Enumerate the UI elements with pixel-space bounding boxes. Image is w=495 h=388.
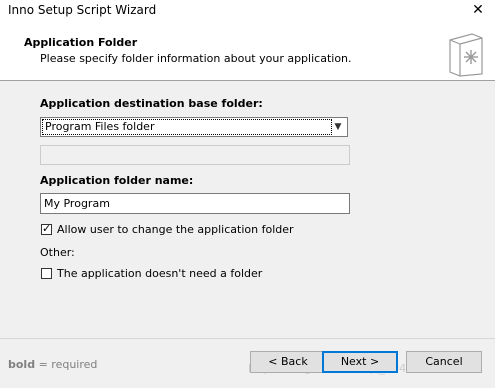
required-note-bold: bold (8, 358, 36, 371)
wizard-header: Application Folder Please specify folder… (0, 22, 495, 80)
no-folder-label[interactable]: The application doesn't need a folder (57, 267, 262, 280)
window-title: Inno Setup Script Wizard (8, 3, 157, 17)
destination-folder-label: Application destination base folder: (40, 97, 263, 110)
chevron-down-icon[interactable]: ▼ (331, 120, 345, 134)
wizard-book-icon (449, 33, 483, 77)
destination-folder-selected: Program Files folder (42, 119, 332, 135)
title-bar: Inno Setup Script Wizard ✕ (0, 0, 495, 22)
required-note-text: = required (35, 358, 98, 371)
close-button[interactable]: ✕ (461, 0, 495, 22)
allow-change-checkbox[interactable]: ✓ (41, 222, 52, 235)
back-button[interactable]: < Back (250, 351, 326, 373)
footer-separator (0, 338, 495, 339)
page-subtitle: Please specify folder information about … (40, 52, 352, 65)
wizard-footer: bold = required https://blog.csdn.net/qq… (0, 338, 495, 388)
page-title: Application Folder (24, 36, 138, 49)
required-note: bold = required (8, 358, 97, 371)
folder-name-input[interactable]: My Program (40, 193, 350, 214)
destination-folder-dropdown[interactable]: Program Files folder ▼ (40, 117, 348, 137)
folder-name-label: Application folder name: (40, 174, 194, 187)
cancel-button[interactable]: Cancel (406, 351, 482, 373)
allow-change-label[interactable]: Allow user to change the application fol… (57, 223, 294, 236)
no-folder-checkbox[interactable] (41, 268, 52, 279)
wizard-content: Application destination base folder: Pro… (0, 81, 495, 338)
other-label: Other: (40, 246, 75, 259)
next-button[interactable]: Next > (322, 351, 398, 373)
custom-folder-field (40, 145, 350, 165)
checkmark-icon: ✓ (42, 222, 52, 235)
